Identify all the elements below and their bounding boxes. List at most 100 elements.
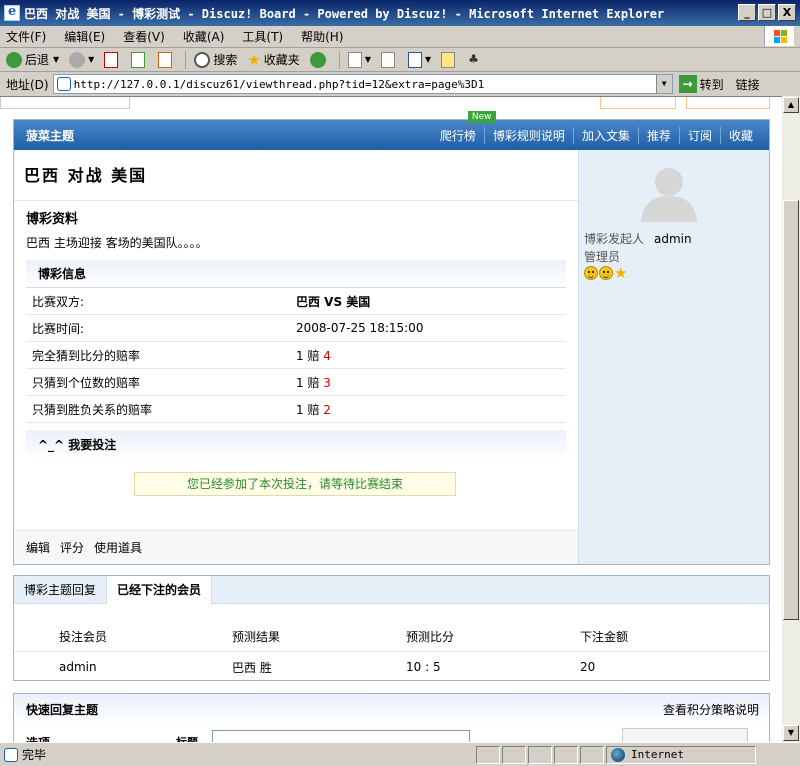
menu-view[interactable]: 查看(V) [123,28,165,45]
home-icon [158,51,173,68]
print-button[interactable] [380,51,398,68]
messenger-button[interactable]: ♣ [468,52,485,68]
joined-message: 您已经参加了本次投注，请等待比赛结束 [134,472,456,496]
window-titlebar: 巴西 对战 美国 - 博彩测试 - Discuz! Board - Powere… [0,0,800,26]
thread-title: 巴西 对战 美国 [24,166,148,185]
bet-title: 博彩资料 [26,212,79,227]
member-name[interactable]: admin [14,660,232,674]
avatar[interactable] [637,160,701,224]
ie-icon [4,4,20,21]
quick-reply-header: 快速回复主题 查看积分策略说明 [14,694,769,724]
history-button[interactable] [309,51,329,68]
home-button[interactable] [158,51,175,68]
smiley-icon [599,266,613,280]
menu-file[interactable]: 文件(F) [6,28,46,45]
window-title: 巴西 对战 美国 - 博彩测试 - Discuz! Board - Powere… [24,6,665,21]
back-arrow-icon [6,51,22,68]
thread-box-header: 菠菜主题 New 爬行榜 博彩规则说明 加入文集 推荐 订阅 收藏 [14,110,769,150]
subscribe-link[interactable]: 订阅 [678,126,720,144]
back-label: 后退 [25,53,50,67]
odds-value: 4 [323,348,331,363]
place-bet-header: ^_^ 我要投注 [26,430,566,460]
mail-button[interactable]: ▼ [347,51,371,68]
forward-arrow-icon [69,51,86,68]
favorites-label: 收藏夹 [263,53,300,67]
print-icon [380,51,395,68]
top-button-a[interactable] [600,97,676,109]
rank-stars: ★ [584,266,627,281]
poster-role: 管理员 [584,250,621,264]
forward-button[interactable]: ▼ [69,51,94,68]
post-main: 巴西 对战 美国 博彩资料 巴西 主场迎接 客场的美国队。。。。 博彩信息 比赛… [14,150,578,564]
tab-replies[interactable]: 博彩主题回复 [14,576,106,603]
rate-link[interactable]: 评分 [60,539,84,556]
vertical-scrollbar[interactable]: ▲ ▼ [782,96,800,742]
links-button[interactable]: 链接 [736,76,760,93]
favorites-button[interactable]: ★ 收藏夹 [247,51,299,68]
address-bar: 地址(D) http://127.0.0.1/discuz61/viewthre… [0,72,800,96]
menu-bar: 文件(F) 编辑(E) 查看(V) 收藏(A) 工具(T) 帮助(H) [0,26,800,48]
search-button[interactable]: 搜索 [194,51,237,68]
bet-info-table: 比赛双方: 巴西 VS 美国 比赛时间: 2008-07-25 18:15:00… [26,288,566,423]
bet-description: 巴西 主场迎接 客场的美国队。。。。 [26,236,208,250]
close-button[interactable]: X [778,4,796,21]
stop-icon [104,51,119,68]
scroll-up-icon[interactable]: ▲ [783,97,799,113]
tab-bet-members[interactable]: 已经下注的会员 [106,576,213,605]
page-icon [56,77,71,91]
smilies-panel[interactable] [622,728,748,742]
info-row: 完全猜到比分的赔率 1 赔 4 [26,342,566,369]
address-label: 地址(D) [6,77,49,92]
info-row: 只猜到个位数的赔率 1 赔 3 [26,369,566,396]
maximize-button[interactable]: □ [758,4,776,21]
search-label: 搜索 [213,53,238,67]
thread-box: 菠菜主题 New 爬行榜 博彩规则说明 加入文集 推荐 订阅 收藏 巴西 对战 美… [13,110,770,565]
rules-link[interactable]: 博彩规则说明 [483,126,573,144]
edit-link[interactable]: 编辑 [26,539,50,556]
search-icon [194,51,211,68]
mail-icon [347,51,362,68]
go-button[interactable]: → 转到 [678,75,724,93]
menu-tools[interactable]: 工具(T) [242,28,283,45]
stop-button[interactable] [104,51,121,68]
reply-title-input[interactable] [212,730,470,742]
address-url: http://127.0.0.1/discuz61/viewthread.php… [73,77,485,91]
ranking-link[interactable]: New 爬行榜 [432,110,496,144]
recommend-link[interactable]: 推荐 [637,126,679,144]
top-button-b[interactable] [686,97,770,109]
menu-edit[interactable]: 编辑(E) [64,28,105,45]
info-row: 比赛时间: 2008-07-25 18:15:00 [26,315,566,342]
status-text: 完毕 [22,748,47,762]
poster-name[interactable]: admin [654,232,692,246]
bet-members-box: 博彩主题回复 已经下注的会员 投注会员 预测结果 预测比分 下注金额 admin… [13,575,770,681]
credit-policy-link[interactable]: 查看积分策略说明 [663,701,759,718]
word-icon [407,51,422,68]
refresh-button[interactable] [131,51,148,68]
minimize-button[interactable]: _ [738,4,756,21]
menu-favorites[interactable]: 收藏(A) [183,28,225,45]
tabs: 博彩主题回复 已经下注的会员 [14,576,769,605]
scroll-thumb[interactable] [783,200,799,620]
toolbar: 后退 ▼ ▼ 搜索 ★ 收藏夹 ▼ ▼ ♣ [0,48,800,72]
add-collection-link[interactable]: 加入文集 [572,126,638,144]
discuss-button[interactable] [441,51,458,68]
bet-info-header: 博彩信息 [26,260,566,288]
bet-members-table: 投注会员 预测结果 预测比分 下注金额 admin 巴西 胜 10 : 5 20 [14,622,769,682]
back-button[interactable]: 后退 ▼ [6,51,59,68]
go-label: 转到 [699,77,724,92]
menu-help[interactable]: 帮助(H) [301,28,343,45]
smiley-icon [584,266,598,280]
note-icon [441,51,456,68]
favorite-link[interactable]: 收藏 [719,126,761,144]
odds-value: 2 [323,402,331,417]
poster-info: 博彩发起人 admin [584,232,692,246]
history-icon [309,51,326,68]
address-input[interactable]: http://127.0.0.1/discuz61/viewthread.php… [52,74,673,94]
use-tool-link[interactable]: 使用道具 [94,539,142,556]
address-dropdown-icon[interactable]: ▼ [655,75,672,93]
edit-button[interactable]: ▼ [407,51,431,68]
table-header: 投注会员 预测结果 预测比分 下注金额 [14,622,769,652]
page-viewport: 菠菜主题 New 爬行榜 博彩规则说明 加入文集 推荐 订阅 收藏 巴西 对战 美… [0,96,782,742]
favorites-star-icon: ★ [247,50,261,69]
scroll-down-icon[interactable]: ▼ [783,725,799,741]
